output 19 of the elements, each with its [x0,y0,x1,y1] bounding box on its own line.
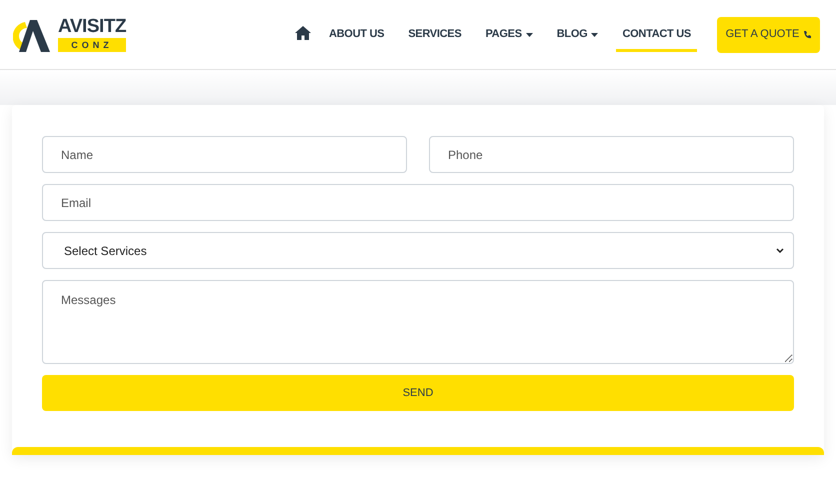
services-select[interactable]: Select Services [42,232,794,269]
nav-link[interactable]: PAGES [479,17,539,52]
send-button[interactable]: SEND [42,375,794,411]
nav-link[interactable]: BLOG [550,17,604,52]
logo-icon [13,18,50,52]
caret-icon [526,32,533,36]
email-field[interactable]: Email [42,184,794,221]
nav-link[interactable]: CONTACT US [616,17,697,52]
chevron-icon [776,248,784,253]
phone-field[interactable]: Phone [429,136,794,173]
caret-icon [591,32,598,36]
logo-title: AVISITZ [58,17,126,37]
phone-icon [803,30,812,38]
name-field[interactable]: Name [42,136,407,173]
nav-link[interactable]: SERVICES [402,17,468,52]
nav-link[interactable]: ABOUT US [322,17,390,52]
quote-button[interactable]: GET A QUOTE [717,16,820,52]
logo-subtitle: CONZ [58,38,126,52]
messages-field[interactable]: Messages [42,280,794,364]
